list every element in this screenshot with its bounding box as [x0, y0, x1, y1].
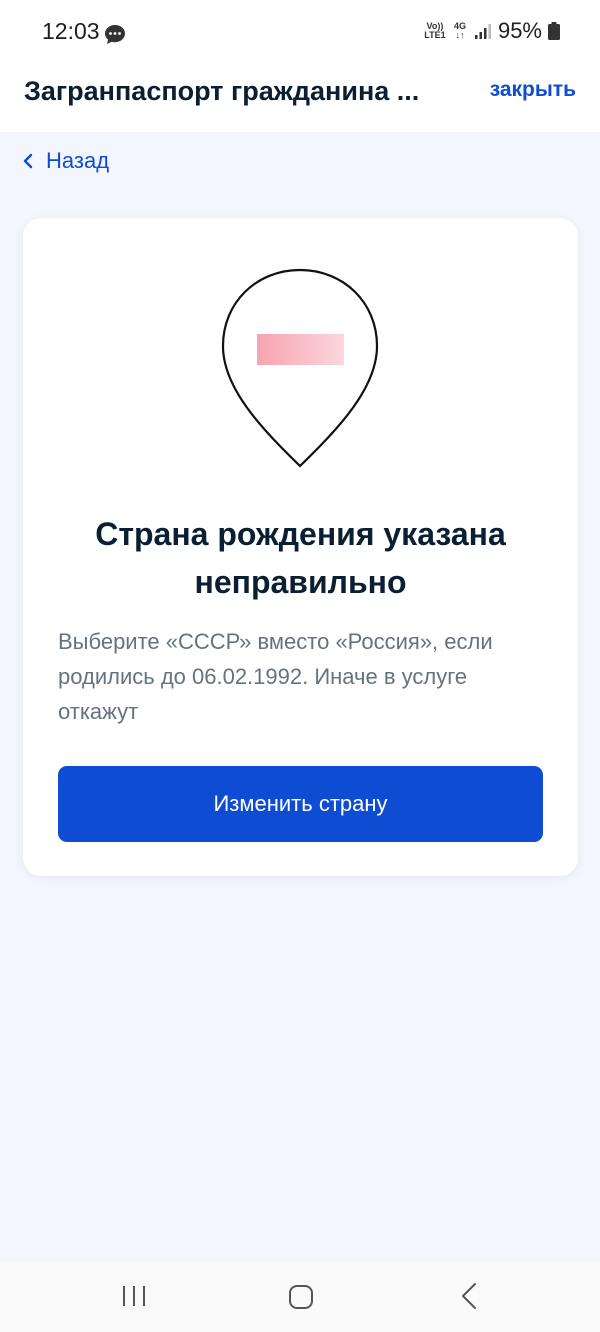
home-icon[interactable] [288, 1284, 314, 1310]
network-4g-indicator: 4G ↓↑ [453, 21, 466, 40]
battery-icon [548, 22, 560, 40]
status-bar: 12:03 Vo)) LTE1 4G ↓↑ 95% [0, 0, 600, 66]
card-title: Страна рождения указана неправильно [95, 516, 506, 600]
card-description: Выберите «СССР» вместо «Россия», если ро… [58, 629, 493, 724]
page-title: Загранпаспорт гражданина ... [24, 76, 420, 106]
change-country-button[interactable]: Изменить страну [58, 766, 543, 842]
lte-indicator: Vo)) LTE1 [424, 21, 446, 40]
location-pin-icon [221, 268, 379, 468]
back-link[interactable]: Назад [22, 148, 109, 174]
chevron-left-icon [23, 153, 33, 169]
status-time: 12:03 [42, 18, 100, 44]
battery-level: 95% [497, 18, 542, 43]
back-label: Назад [46, 148, 110, 173]
back-icon[interactable] [460, 1282, 478, 1310]
app-header: Загранпаспорт гражданина ... закрыть [0, 66, 600, 132]
error-card: Страна рождения указана неправильно Выбе… [23, 218, 578, 876]
signal-icon [474, 24, 491, 39]
chat-bubble-icon [105, 25, 125, 44]
recent-apps-icon[interactable] [120, 1284, 148, 1308]
status-indicators: Vo)) LTE1 4G ↓↑ 95% [424, 18, 560, 44]
close-button[interactable]: закрыть [490, 78, 576, 102]
system-nav-bar [0, 1262, 600, 1332]
